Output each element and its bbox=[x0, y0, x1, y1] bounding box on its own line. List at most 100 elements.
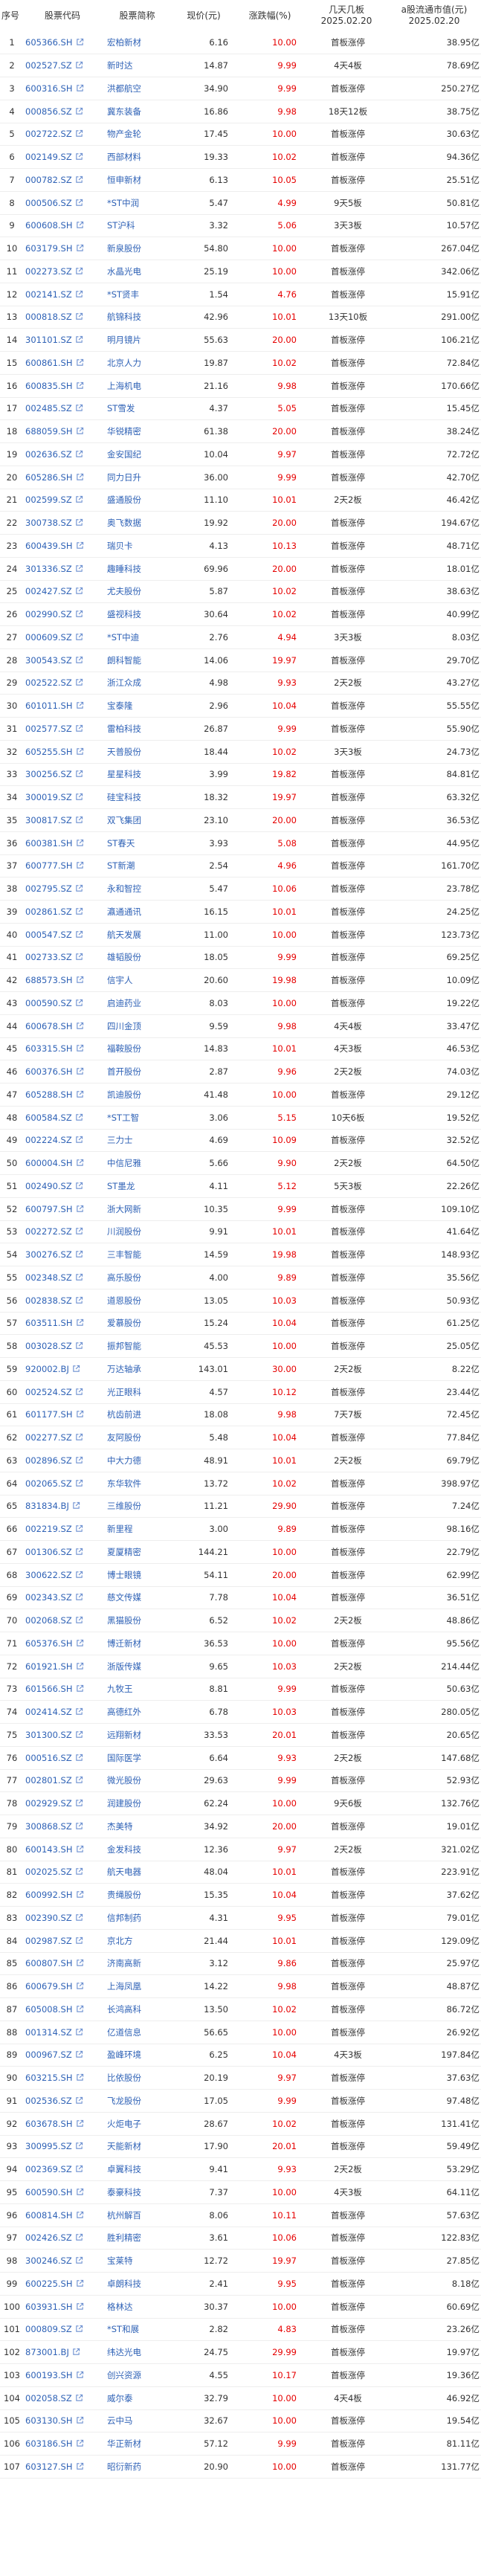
table-row[interactable]: 9 600608.SH ST沪科 3.32 5.06 3天3板 10.57亿 bbox=[0, 214, 481, 237]
row-stock-name[interactable]: 信宇人 bbox=[104, 969, 173, 992]
table-row[interactable]: 25 002427.SZ 尤夫股份 5.87 10.02 首板涨停 38.63亿 bbox=[0, 580, 481, 603]
external-link-icon[interactable] bbox=[76, 976, 84, 984]
external-link-icon[interactable] bbox=[75, 1433, 83, 1441]
table-row[interactable]: 91 002536.SZ 飞龙股份 17.05 9.99 首板涨停 97.48亿 bbox=[0, 2090, 481, 2113]
table-row[interactable]: 16 600835.SH 上海机电 21.16 9.98 首板涨停 170.66亿 bbox=[0, 374, 481, 397]
external-link-icon[interactable] bbox=[76, 2302, 84, 2311]
external-link-icon[interactable] bbox=[75, 2028, 83, 2036]
stock-code-text[interactable]: 300256.SZ bbox=[25, 769, 72, 779]
stock-code-text[interactable]: 605286.SH bbox=[25, 472, 73, 483]
stock-code-text[interactable]: 300995.SZ bbox=[25, 2141, 72, 2151]
stock-code-text[interactable]: 603315.SH bbox=[25, 1043, 73, 1054]
external-link-icon[interactable] bbox=[76, 2188, 84, 2196]
stock-code-text[interactable]: 000809.SZ bbox=[25, 2324, 72, 2334]
table-row[interactable]: 95 600590.SH 泰豪科技 7.37 10.00 4天3板 64.11亿 bbox=[0, 2181, 481, 2204]
row-stock-code[interactable]: 300622.SZ bbox=[24, 1563, 104, 1586]
row-stock-name[interactable]: 航天发展 bbox=[104, 923, 173, 946]
stock-code-text[interactable]: 601177.SH bbox=[25, 1409, 73, 1420]
table-row[interactable]: 49 002224.SZ 三力士 4.69 10.09 首板涨停 32.52亿 bbox=[0, 1129, 481, 1152]
row-stock-name[interactable]: *ST和展 bbox=[104, 2318, 173, 2341]
row-stock-name[interactable]: ST春天 bbox=[104, 831, 173, 854]
table-row[interactable]: 67 001306.SZ 夏厦精密 144.21 10.00 首板涨停 22.79亿 bbox=[0, 1541, 481, 1564]
stock-code-text[interactable]: 600143.SH bbox=[25, 1844, 73, 1855]
external-link-icon[interactable] bbox=[76, 1982, 84, 1990]
row-stock-name[interactable]: 亿道信息 bbox=[104, 2020, 173, 2044]
table-row[interactable]: 21 002599.SZ 盛通股份 11.10 10.01 2天2板 46.42亿 bbox=[0, 489, 481, 512]
stock-code-text[interactable]: 002272.SZ bbox=[25, 1226, 72, 1237]
row-stock-name[interactable]: 高乐股份 bbox=[104, 1266, 173, 1289]
row-stock-name[interactable]: 博士眼镜 bbox=[104, 1563, 173, 1586]
table-row[interactable]: 97 002426.SZ 胜利精密 3.61 10.06 首板涨停 122.83亿 bbox=[0, 2226, 481, 2250]
row-stock-name[interactable]: 创兴资源 bbox=[104, 2364, 173, 2387]
table-row[interactable]: 101 000809.SZ *ST和展 2.82 4.83 首板涨停 23.26亿 bbox=[0, 2318, 481, 2341]
external-link-icon[interactable] bbox=[76, 1067, 84, 1075]
row-stock-name[interactable]: 云中马 bbox=[104, 2409, 173, 2432]
stock-code-text[interactable]: 002343.SZ bbox=[25, 1592, 72, 1603]
row-stock-code[interactable]: 603931.SH bbox=[24, 2295, 104, 2318]
external-link-icon[interactable] bbox=[76, 2371, 84, 2379]
table-row[interactable]: 23 600439.SH 瑞贝卡 4.13 10.13 首板涨停 48.71亿 bbox=[0, 535, 481, 558]
stock-code-text[interactable]: 600861.SH bbox=[25, 358, 73, 368]
stock-code-text[interactable]: 605008.SH bbox=[25, 2004, 73, 2015]
row-stock-name[interactable]: 道恩股份 bbox=[104, 1289, 173, 1312]
stock-code-text[interactable]: 300817.SZ bbox=[25, 815, 72, 825]
external-link-icon[interactable] bbox=[75, 199, 83, 207]
stock-code-text[interactable]: 002149.SZ bbox=[25, 152, 72, 162]
stock-code-text[interactable]: 603179.SH bbox=[25, 243, 73, 254]
row-stock-code[interactable]: 002524.SZ bbox=[24, 1380, 104, 1403]
external-link-icon[interactable] bbox=[75, 999, 83, 1007]
row-stock-code[interactable]: 601921.SH bbox=[24, 1655, 104, 1678]
stock-code-text[interactable]: 002536.SZ bbox=[25, 2096, 72, 2106]
stock-code-text[interactable]: 688573.SH bbox=[25, 975, 73, 985]
stock-code-text[interactable]: 601921.SH bbox=[25, 1661, 73, 1672]
stock-code-text[interactable]: 002485.SZ bbox=[25, 403, 72, 413]
external-link-icon[interactable] bbox=[75, 335, 83, 344]
table-row[interactable]: 62 002277.SZ 友阿股份 5.48 10.04 首板涨停 77.84亿 bbox=[0, 1426, 481, 1449]
row-stock-code[interactable]: 002219.SZ bbox=[24, 1518, 104, 1541]
row-stock-code[interactable]: 603511.SH bbox=[24, 1312, 104, 1335]
stock-code-text[interactable]: 002524.SZ bbox=[25, 1387, 72, 1397]
row-stock-code[interactable]: 601566.SH bbox=[24, 1678, 104, 1701]
table-row[interactable]: 15 600861.SH 北京人力 19.87 10.02 首板涨停 72.84亿 bbox=[0, 352, 481, 375]
stock-code-text[interactable]: 002795.SZ bbox=[25, 883, 72, 894]
stock-code-text[interactable]: 831834.BJ bbox=[25, 1501, 69, 1511]
stock-code-text[interactable]: 002219.SZ bbox=[25, 1524, 72, 1534]
stock-code-text[interactable]: 600381.SH bbox=[25, 838, 73, 849]
external-link-icon[interactable] bbox=[76, 2119, 84, 2128]
table-row[interactable]: 33 300256.SZ 星星科技 3.99 19.82 首板涨停 84.81亿 bbox=[0, 763, 481, 786]
row-stock-code[interactable]: 000590.SZ bbox=[24, 992, 104, 1015]
table-row[interactable]: 87 605008.SH 长鸿高科 13.50 10.02 首板涨停 86.72亿 bbox=[0, 1998, 481, 2021]
header-float-market-cap[interactable]: a股流通市值(元) 2025.02.20 bbox=[390, 0, 481, 31]
row-stock-code[interactable]: 001306.SZ bbox=[24, 1541, 104, 1564]
row-stock-code[interactable]: 000547.SZ bbox=[24, 923, 104, 946]
row-stock-code[interactable]: 000782.SZ bbox=[24, 169, 104, 192]
table-row[interactable]: 53 002272.SZ 川润股份 9.91 10.01 首板涨停 41.64亿 bbox=[0, 1220, 481, 1243]
row-stock-name[interactable]: 润建股份 bbox=[104, 1792, 173, 1815]
stock-code-text[interactable]: 301336.SZ bbox=[25, 564, 72, 574]
row-stock-name[interactable]: 华锐精密 bbox=[104, 420, 173, 443]
table-row[interactable]: 30 601011.SH 宝泰隆 2.96 10.04 首板涨停 55.55亿 bbox=[0, 695, 481, 718]
external-link-icon[interactable] bbox=[76, 2073, 84, 2081]
stock-code-text[interactable]: 600835.SH bbox=[25, 381, 73, 391]
stock-code-text[interactable]: 605366.SH bbox=[25, 37, 73, 48]
external-link-icon[interactable] bbox=[76, 84, 84, 92]
table-row[interactable]: 84 002987.SZ 京北方 21.44 10.01 首板涨停 129.09亿 bbox=[0, 1929, 481, 1952]
stock-code-text[interactable]: 603130.SH bbox=[25, 2415, 73, 2426]
table-row[interactable]: 66 002219.SZ 新里程 3.00 9.89 首板涨停 98.16亿 bbox=[0, 1518, 481, 1541]
row-stock-code[interactable]: 002896.SZ bbox=[24, 1449, 104, 1472]
row-stock-code[interactable]: 605286.SH bbox=[24, 466, 104, 489]
table-row[interactable]: 96 600814.SH 杭州解百 8.06 10.11 首板涨停 57.63亿 bbox=[0, 2203, 481, 2226]
table-row[interactable]: 28 300543.SZ 朗科智能 14.06 19.97 首板涨停 29.70亿 bbox=[0, 648, 481, 672]
table-row[interactable]: 89 000967.SZ 盈峰环境 6.25 10.04 4天3板 197.84亿 bbox=[0, 2044, 481, 2067]
table-row[interactable]: 12 002141.SZ *ST贤丰 1.54 4.76 首板涨停 15.91亿 bbox=[0, 283, 481, 306]
external-link-icon[interactable] bbox=[76, 1090, 84, 1098]
stock-code-text[interactable]: 001314.SZ bbox=[25, 2027, 72, 2038]
external-link-icon[interactable] bbox=[75, 793, 83, 801]
external-link-icon[interactable] bbox=[75, 1456, 83, 1464]
external-link-icon[interactable] bbox=[75, 152, 83, 161]
row-stock-name[interactable]: 四川金顶 bbox=[104, 1014, 173, 1037]
external-link-icon[interactable] bbox=[76, 2279, 84, 2287]
stock-code-text[interactable]: 002224.SZ bbox=[25, 1135, 72, 1145]
stock-code-text[interactable]: 002065.SZ bbox=[25, 1478, 72, 1489]
external-link-icon[interactable] bbox=[76, 1684, 84, 1693]
